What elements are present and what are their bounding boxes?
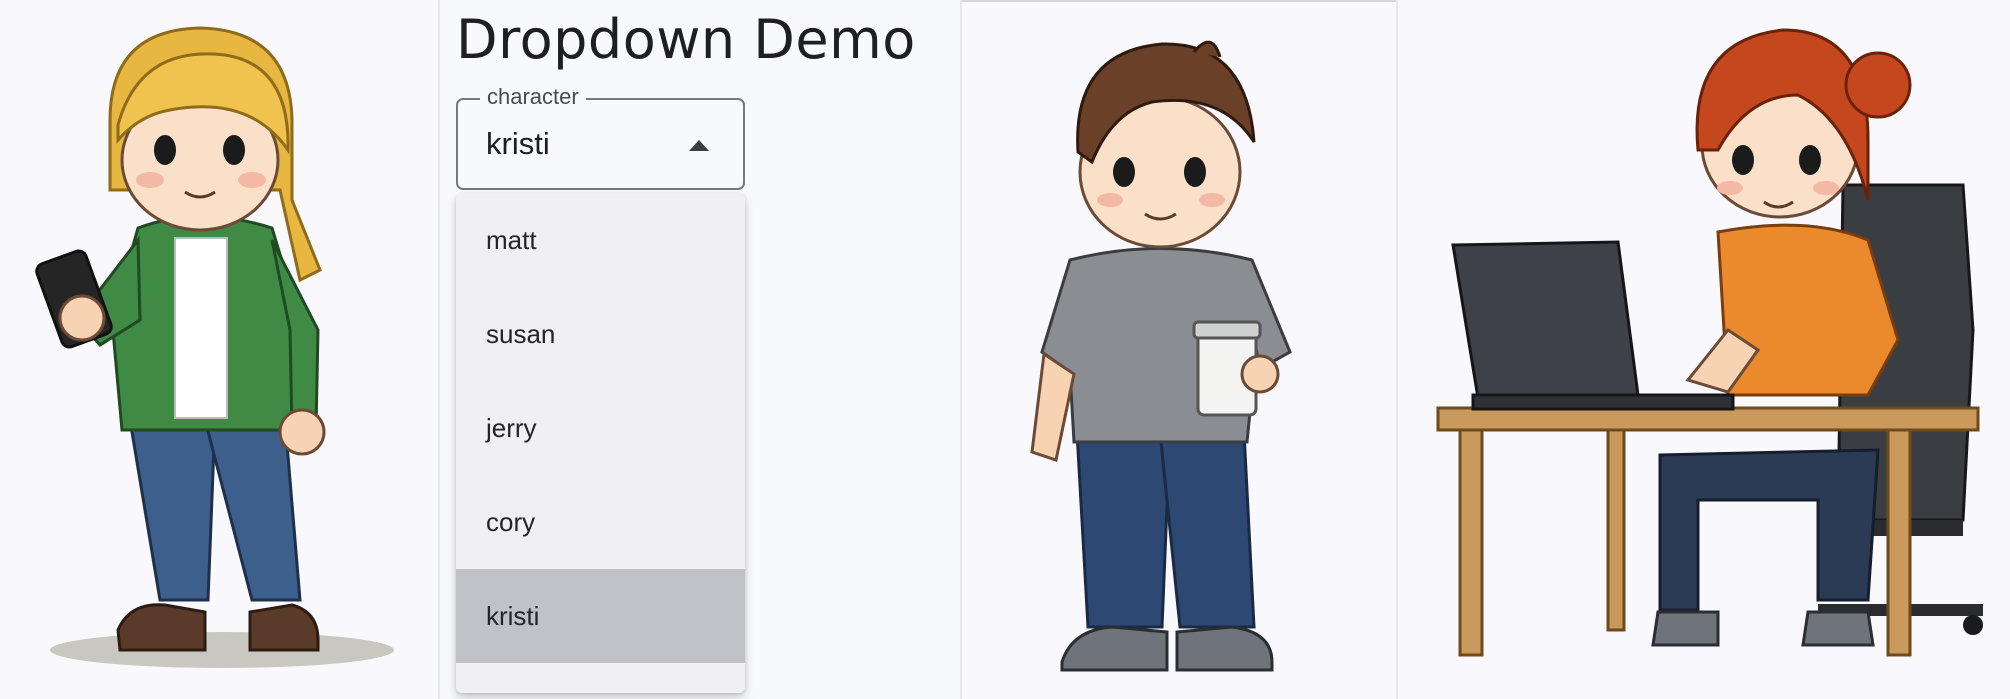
- woman-at-laptop-image: [1436, 28, 1983, 657]
- character-options-menu: matt susan jerry cory kristi: [456, 193, 745, 693]
- option-kristi[interactable]: kristi: [456, 569, 745, 663]
- option-susan[interactable]: susan: [456, 287, 745, 381]
- character-select-label: character: [480, 84, 586, 110]
- character-select-value: kristi: [486, 126, 550, 161]
- page-title: Dropdown Demo: [456, 8, 916, 71]
- caret-up-icon[interactable]: [689, 140, 709, 151]
- girl-with-phone-image: [35, 26, 394, 668]
- option-cory[interactable]: cory: [456, 475, 745, 569]
- character-illustration-boy-coffee: [962, 0, 1396, 699]
- boy-with-coffee-image: [1030, 40, 1292, 672]
- character-illustration-girl-phone: [0, 0, 438, 699]
- dropdown-demo-panel: Dropdown Demo character kristi matt susa…: [440, 0, 960, 699]
- option-matt[interactable]: matt: [456, 193, 745, 287]
- character-illustration-woman-laptop: [1398, 0, 2010, 699]
- option-jerry[interactable]: jerry: [456, 381, 745, 475]
- character-select[interactable]: character kristi: [456, 84, 745, 190]
